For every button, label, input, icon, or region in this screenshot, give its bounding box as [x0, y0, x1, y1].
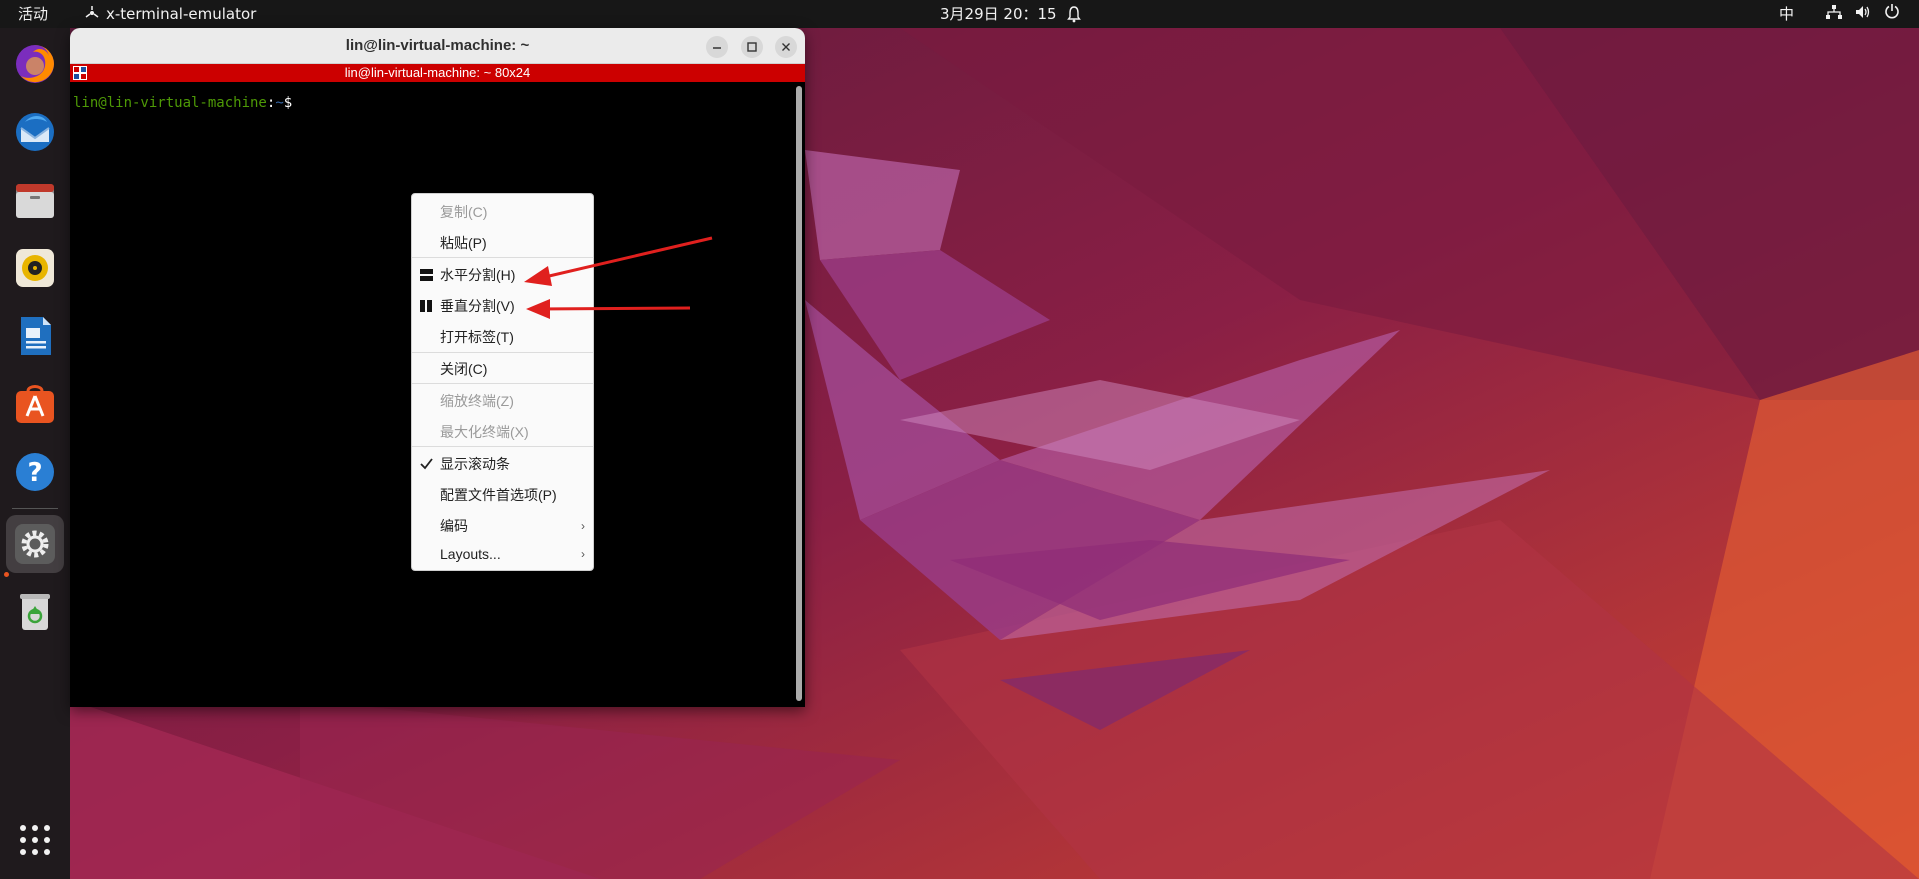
maximize-button[interactable]: [741, 36, 763, 58]
menu-item-copy[interactable]: 复制(C): [412, 200, 593, 224]
svg-text:?: ?: [27, 458, 42, 488]
terminal-info-label: lin@lin-virtual-machine: ~ 80x24: [344, 65, 531, 80]
menu-item-split-horizontal[interactable]: 水平分割(H): [412, 263, 593, 287]
app-center-icon[interactable]: [11, 380, 59, 428]
rhythmbox-icon[interactable]: [11, 244, 59, 292]
terminal-scrollbar[interactable]: [796, 86, 802, 701]
prompt-path: ~: [275, 95, 284, 111]
menu-separator: [412, 257, 593, 258]
checkmark-icon: [420, 458, 433, 470]
app-grid-icon[interactable]: [11, 816, 59, 864]
window-title: lin@lin-virtual-machine: ~: [345, 37, 530, 54]
chevron-right-icon: ›: [581, 519, 585, 533]
split-vertical-icon: [420, 300, 432, 312]
menu-item-layouts[interactable]: Layouts... ›: [412, 542, 593, 566]
top-bar: 活动 x-terminal-emulator 3月29日 20：15 中: [0, 0, 1919, 28]
menu-separator: [412, 352, 593, 353]
menu-item-label: 复制(C): [440, 204, 488, 220]
menu-item-label: 关闭(C): [440, 361, 488, 377]
menu-item-zoom-terminal[interactable]: 缩放终端(Z): [412, 389, 593, 413]
menu-item-label: 最大化终端(X): [440, 424, 529, 440]
menu-item-paste[interactable]: 粘贴(P): [412, 231, 593, 255]
menu-item-label: Layouts...: [440, 546, 501, 562]
menu-item-close[interactable]: 关闭(C): [412, 357, 593, 381]
network-icon: [1826, 0, 1842, 28]
firefox-icon[interactable]: [11, 40, 59, 88]
dock-separator: [12, 508, 58, 509]
files-icon[interactable]: [11, 176, 59, 224]
input-method-indicator[interactable]: 中: [1779, 0, 1794, 28]
menu-item-label: 粘贴(P): [440, 235, 487, 251]
split-horizontal-icon: [420, 269, 433, 281]
menu-item-label: 配置文件首选项(P): [440, 487, 557, 503]
menu-item-label: 垂直分割(V): [440, 298, 515, 314]
menu-item-label: 水平分割(H): [440, 267, 516, 283]
clock[interactable]: 3月29日 20：15: [940, 0, 1057, 28]
menu-item-split-vertical[interactable]: 垂直分割(V): [412, 294, 593, 318]
menu-item-encoding[interactable]: 编码 ›: [412, 514, 593, 538]
window-titlebar[interactable]: lin@lin-virtual-machine: ~: [70, 28, 805, 64]
libreoffice-writer-icon[interactable]: [11, 312, 59, 360]
activities-button[interactable]: 活动: [18, 0, 48, 28]
settings-icon[interactable]: [6, 515, 64, 573]
menu-separator: [412, 446, 593, 447]
menu-item-show-scrollbar[interactable]: 显示滚动条: [412, 452, 593, 476]
app-indicator-icon: [85, 6, 99, 18]
app-menu-label: x-terminal-emulator: [106, 5, 257, 23]
running-indicator: [4, 572, 9, 577]
prompt-user: lin@lin-virtual-machine: [73, 95, 267, 111]
menu-separator: [412, 383, 593, 384]
volume-icon: [1855, 0, 1871, 28]
prompt-symbol: $: [283, 95, 293, 111]
menu-item-label: 显示滚动条: [440, 456, 510, 472]
dock: ?: [0, 28, 70, 879]
menu-item-open-tab[interactable]: 打开标签(T): [412, 325, 593, 349]
close-button[interactable]: [775, 36, 797, 58]
menu-item-label: 编码: [440, 518, 468, 534]
menu-item-label: 缩放终端(Z): [440, 393, 514, 409]
menu-item-profile-preferences[interactable]: 配置文件首选项(P): [412, 483, 593, 507]
thunderbird-icon[interactable]: [11, 108, 59, 156]
terminal-group-icon[interactable]: [73, 66, 87, 80]
menu-item-label: 打开标签(T): [440, 329, 514, 345]
minimize-button[interactable]: [706, 36, 728, 58]
notification-bell-icon[interactable]: [1066, 0, 1082, 28]
terminal-info-bar[interactable]: lin@lin-virtual-machine: ~ 80x24: [70, 64, 805, 82]
chevron-right-icon: ›: [581, 547, 585, 561]
system-tray[interactable]: [1826, 0, 1908, 28]
help-icon[interactable]: ?: [11, 448, 59, 496]
trash-icon[interactable]: [11, 588, 59, 636]
menu-item-maximize-terminal[interactable]: 最大化终端(X): [412, 420, 593, 444]
context-menu: 复制(C) 粘贴(P) 水平分割(H) 垂直分割(V) 打开标签(T) 关闭(C…: [411, 193, 594, 571]
app-menu-button[interactable]: x-terminal-emulator: [84, 0, 256, 28]
power-icon: [1884, 0, 1900, 28]
